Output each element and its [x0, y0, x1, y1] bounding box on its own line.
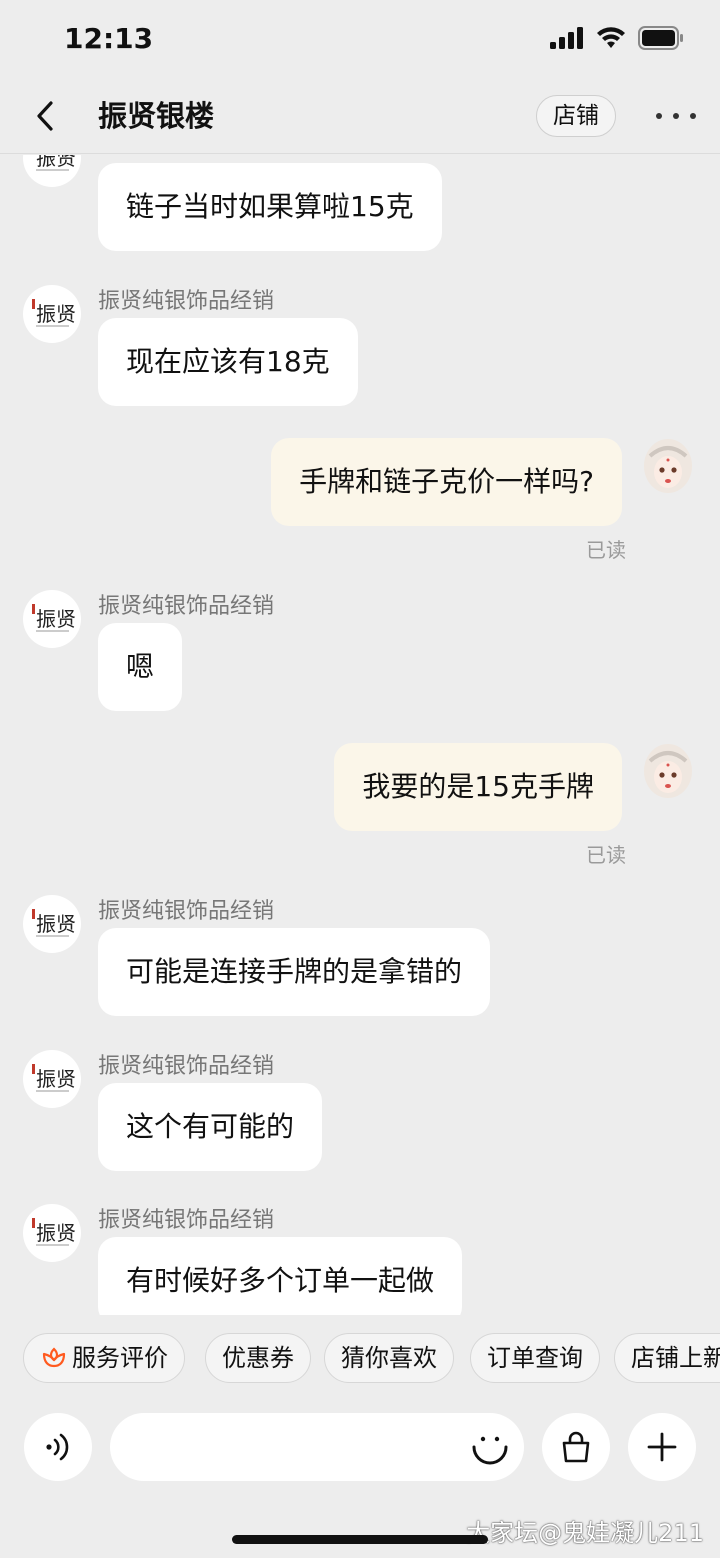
plus-button[interactable]	[628, 1413, 696, 1481]
shop-logo-icon: 振贤	[32, 604, 76, 632]
watermark: 大家坛@鬼娃凝儿211	[466, 1519, 704, 1547]
chip-label: 服务评价	[72, 1344, 168, 1372]
svg-text:振贤: 振贤	[36, 912, 76, 936]
shop-logo-icon: 振贤	[32, 299, 76, 327]
message-bubble[interactable]: 链子当时如果算啦15克	[98, 163, 442, 251]
message-bubble[interactable]: 我要的是15克手牌	[334, 743, 622, 831]
more-button[interactable]	[656, 98, 696, 134]
nav-bar: 振贤银楼 店铺	[0, 78, 720, 154]
shop-avatar[interactable]: 振贤	[23, 895, 81, 953]
chat-area[interactable]: 振贤 链子当时如果算啦15克 振贤 振贤纯银饰品经销 现在应该有18克 手牌和链…	[0, 155, 720, 1315]
svg-text:振贤: 振贤	[36, 1067, 76, 1091]
input-bar: 大家坛@鬼娃凝儿211	[0, 1401, 720, 1558]
chip-order-query[interactable]: 订单查询	[470, 1333, 600, 1383]
chevron-left-icon	[37, 101, 53, 131]
shop-logo-icon: 振贤	[32, 1218, 76, 1246]
shop-avatar[interactable]: 振贤	[23, 1050, 81, 1108]
user-avatar[interactable]	[640, 743, 696, 801]
plus-icon	[647, 1432, 677, 1462]
user-avatar-icon	[644, 439, 692, 493]
chip-label: 订单查询	[487, 1344, 583, 1372]
shopping-bag-icon	[562, 1431, 590, 1463]
message-bubble[interactable]: 现在应该有18克	[98, 318, 358, 406]
message-bubble[interactable]: 嗯	[98, 623, 183, 711]
sender-name: 振贤纯银饰品经销	[98, 1208, 275, 1233]
message-bubble[interactable]: 有时候好多个订单一起做	[98, 1237, 463, 1315]
svg-text:振贤: 振贤	[36, 1221, 76, 1245]
flower-icon	[42, 1347, 66, 1368]
shop-logo-icon: 振贤	[32, 1064, 76, 1092]
home-indicator[interactable]	[232, 1535, 488, 1544]
chip-label: 店铺上新	[631, 1344, 720, 1372]
chip-coupon[interactable]: 优惠券	[205, 1333, 311, 1383]
svg-text:振贤: 振贤	[36, 302, 76, 326]
voice-button[interactable]	[24, 1413, 92, 1481]
user-avatar[interactable]	[640, 438, 696, 496]
voice-icon	[46, 1433, 69, 1461]
read-status: 已读	[586, 538, 626, 562]
read-status: 已读	[586, 843, 626, 867]
status-icons	[550, 26, 684, 50]
emoji-icon[interactable]	[470, 1427, 510, 1467]
svg-text:振贤: 振贤	[36, 607, 76, 631]
shop-avatar[interactable]: 振贤	[23, 590, 81, 648]
more-dots-icon	[656, 113, 662, 119]
status-time: 12:13	[64, 22, 154, 55]
user-avatar-icon	[644, 744, 692, 798]
message-bubble[interactable]: 手牌和链子克价一样吗?	[271, 438, 622, 526]
message-input[interactable]	[110, 1413, 524, 1481]
sender-name: 振贤纯银饰品经销	[98, 899, 275, 924]
sender-name: 振贤纯银饰品经销	[98, 289, 275, 314]
chip-label: 优惠券	[222, 1344, 294, 1372]
cellular-signal-icon	[550, 27, 583, 49]
sender-name: 振贤纯银饰品经销	[98, 594, 275, 619]
chip-label: 猜你喜欢	[341, 1344, 437, 1372]
shop-avatar[interactable]: 振贤	[23, 155, 81, 187]
svg-text:振贤: 振贤	[36, 155, 76, 170]
quick-action-bar[interactable]: 服务评价 优惠券 猜你喜欢 订单查询 店铺上新	[0, 1315, 720, 1401]
battery-icon	[638, 26, 683, 50]
shop-logo-icon: 振贤	[36, 155, 76, 171]
message-bubble[interactable]: 这个有可能的	[98, 1083, 323, 1171]
shop-button[interactable]: 店铺	[536, 95, 616, 137]
chip-recommend[interactable]: 猜你喜欢	[324, 1333, 454, 1383]
wifi-icon	[597, 27, 625, 48]
shop-avatar[interactable]: 振贤	[23, 1204, 81, 1262]
sender-name: 振贤纯银饰品经销	[98, 1054, 275, 1079]
chip-service-review[interactable]: 服务评价	[23, 1333, 185, 1383]
chip-new-arrivals[interactable]: 店铺上新	[614, 1333, 720, 1383]
page-title: 振贤银楼	[98, 99, 215, 133]
shop-logo-icon: 振贤	[32, 909, 76, 937]
back-button[interactable]	[30, 96, 60, 136]
message-bubble[interactable]: 可能是连接手牌的是拿错的	[98, 928, 491, 1016]
status-bar: 12:13	[0, 0, 720, 78]
shop-avatar[interactable]: 振贤	[23, 285, 81, 343]
shopping-bag-button[interactable]	[542, 1413, 610, 1481]
